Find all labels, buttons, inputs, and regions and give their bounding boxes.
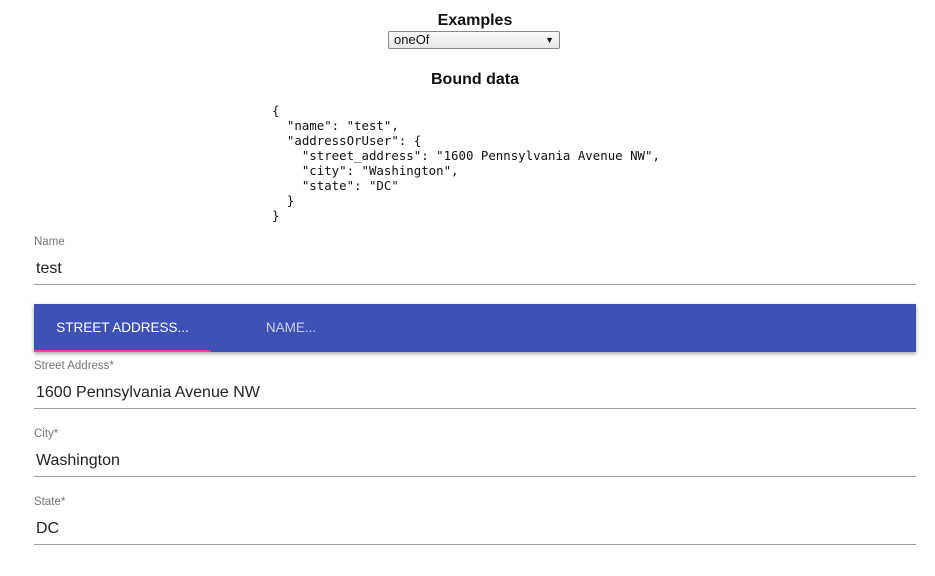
dropdown-arrow-icon: ▼ [545, 35, 554, 45]
examples-select[interactable]: oneOf ▼ [388, 31, 560, 49]
examples-title: Examples [437, 12, 513, 29]
name-field: Name [34, 236, 920, 285]
tab-street-address[interactable]: Street Address... [34, 304, 211, 352]
city-label: City* [34, 428, 59, 440]
street-address-field: Street Address* [34, 360, 920, 409]
state-input[interactable] [34, 518, 920, 544]
name-label: Name [34, 236, 65, 248]
street-address-input[interactable] [34, 382, 920, 408]
city-field: City* [34, 428, 920, 477]
bound-data-title: Bound data [431, 71, 519, 88]
bound-data-json: { "name": "test", "addressOrUser": { "st… [272, 103, 660, 223]
tab-indicator [34, 350, 211, 352]
state-label: State* [34, 496, 66, 508]
tab-name[interactable]: Name... [211, 304, 371, 352]
page: Examples oneOf ▼ Bound data { "name": "t… [0, 0, 935, 576]
tab-bar: Street Address... Name... [34, 304, 916, 352]
state-field: State* [34, 496, 920, 545]
street-address-label: Street Address* [34, 360, 114, 372]
examples-select-value: oneOf [394, 32, 430, 47]
name-input[interactable] [34, 258, 920, 284]
city-input[interactable] [34, 450, 920, 476]
